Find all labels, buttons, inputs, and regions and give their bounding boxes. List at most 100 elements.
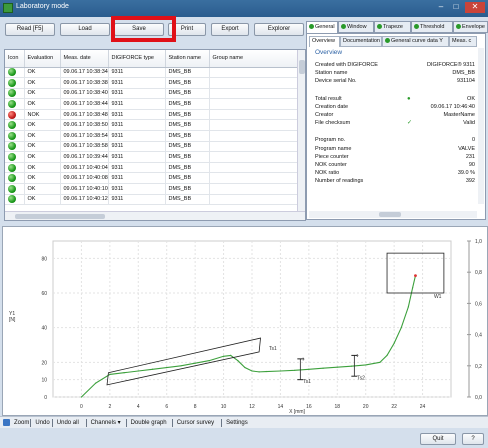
- group-cell: [209, 77, 299, 89]
- ok-status-icon: [8, 89, 16, 98]
- panel-horizontal-scrollbar[interactable]: [309, 211, 477, 218]
- overview-heading: Overview: [315, 49, 343, 56]
- table-row[interactable]: OK09.06.17 10:38:40.0...9311DMS_BB: [5, 88, 299, 100]
- ok-status-icon: [8, 121, 16, 130]
- ok-status-icon: [8, 142, 16, 151]
- save-button[interactable]: Save: [114, 23, 164, 36]
- chart-tool-undo[interactable]: Undo: [35, 418, 49, 428]
- read-button[interactable]: Read [F5]: [5, 23, 55, 36]
- valid-check-icon: ✓: [407, 120, 413, 127]
- close-button[interactable]: ✕: [465, 2, 485, 13]
- station-cell: DMS_BB: [165, 67, 210, 79]
- chart-tool-zoom[interactable]: Zoom: [14, 418, 29, 428]
- ok-status-icon: [8, 184, 16, 193]
- tab-documentation[interactable]: Documentation: [340, 36, 382, 47]
- chart-tool-cursor-survey[interactable]: Cursor survey: [177, 418, 214, 428]
- group-cell: [209, 141, 299, 153]
- column-header[interactable]: Station name: [165, 50, 210, 68]
- group-cell: [209, 109, 299, 121]
- evaluation-cell: OK: [24, 67, 61, 79]
- grid-hscroll-thumb[interactable]: [15, 214, 105, 219]
- grid-vertical-scrollbar[interactable]: [297, 50, 305, 212]
- table-row[interactable]: OK09.06.17 10:38:34.0...9311DMS_BB: [5, 67, 299, 79]
- evaluation-cell: OK: [24, 151, 61, 163]
- table-row[interactable]: NOK09.06.17 10:38:48.0...9311DMS_BB: [5, 109, 299, 121]
- x-tick-label: 4: [137, 404, 140, 410]
- chart-tool-channels[interactable]: Channels ▾: [91, 418, 121, 428]
- print-button[interactable]: Print: [168, 23, 206, 36]
- property-row: File checksum ✓ Valid: [315, 119, 475, 127]
- toolbar-separator: [221, 419, 223, 427]
- table-row[interactable]: OK09.06.17 10:38:50.0...9311DMS_BB: [5, 119, 299, 132]
- chart-toolbar: Zoom Undo Undo all Channels ▾ Double graph Cu…: [0, 416, 488, 428]
- chart-tool-double-graph[interactable]: Double graph: [131, 418, 167, 428]
- chart-tool-settings[interactable]: Settings: [226, 418, 248, 428]
- column-header[interactable]: Evaluation: [24, 50, 61, 68]
- curve-point: [230, 354, 232, 356]
- minimize-button[interactable]: –: [434, 2, 448, 13]
- x-tick-label: 20: [363, 404, 369, 410]
- tab-general[interactable]: General: [306, 21, 338, 33]
- window-title: Laboratory mode: [16, 3, 69, 10]
- curve-chart[interactable]: 80 60 40 20 10 0 1,0 0,8 0,6 0,4 0,2 0,0 0 2 4 6 8 10 12 14…: [2, 226, 488, 416]
- ok-status-icon: [8, 195, 16, 204]
- curve-point: [151, 368, 154, 370]
- property-value: OK: [467, 95, 475, 102]
- status-cell: [5, 119, 25, 132]
- y2-tick-label: 0,0: [475, 395, 482, 401]
- property-label: NOK ratio: [315, 170, 340, 177]
- table-row[interactable]: OK09.06.17 10:40:04.0...9311DMS_BB: [5, 162, 299, 174]
- y-tick-label: 40: [41, 326, 47, 332]
- tab-meas-curve[interactable]: Meas. c: [449, 36, 477, 47]
- tab-trapeze[interactable]: Trapeze: [374, 21, 411, 33]
- column-header[interactable]: DIGIFORCE type: [108, 50, 166, 68]
- export-button[interactable]: Export: [211, 23, 249, 36]
- table-row[interactable]: OK09.06.17 10:38:58.0...9311DMS_BB: [5, 141, 299, 153]
- status-cell: [5, 109, 25, 121]
- measurement-grid: Icon Evaluation Meas. date DIGIFORCE type St…: [4, 49, 306, 221]
- tab-window[interactable]: Window: [338, 21, 374, 33]
- table-row[interactable]: OK09.06.17 10:40:12.0...9311DMS_BB: [5, 194, 299, 206]
- property-row: Creation date 09.06.17 10:46:40: [315, 103, 475, 111]
- tab-overview[interactable]: Overview: [309, 36, 340, 47]
- tab-threshold[interactable]: Threshold: [411, 21, 453, 33]
- table-row[interactable]: OK09.06.17 10:38:38.0...9311DMS_BB: [5, 77, 299, 89]
- load-button[interactable]: Load: [60, 23, 110, 36]
- ok-status-icon: [8, 163, 16, 172]
- tab-general-curve-data[interactable]: General curve data Y: [382, 36, 449, 47]
- curve-point: [95, 382, 97, 384]
- grid-scroll-thumb[interactable]: [299, 60, 305, 74]
- tab-envelope[interactable]: Envelope: [453, 21, 488, 33]
- status-cell: [5, 194, 25, 206]
- type-cell: 9311: [108, 88, 166, 100]
- grid-horizontal-scrollbar[interactable]: [5, 211, 305, 220]
- curve-point: [222, 355, 225, 357]
- panel-vertical-scrollbar[interactable]: [478, 48, 484, 204]
- help-button[interactable]: ?: [462, 433, 484, 445]
- property-label: Program name: [315, 145, 352, 152]
- status-cell: [5, 130, 25, 142]
- explorer-button[interactable]: Explorer: [254, 23, 304, 36]
- property-label: Program no.: [315, 137, 346, 144]
- x-tick-label: 16: [306, 404, 312, 410]
- column-header[interactable]: Group name: [209, 50, 299, 68]
- table-row[interactable]: OK09.06.17 10:38:54.0...9311DMS_BB: [5, 130, 299, 142]
- chart-tool-undo-all[interactable]: Undo all: [57, 418, 79, 428]
- property-value: 931104: [457, 78, 475, 85]
- x-tick-label: 8: [194, 404, 197, 410]
- title-bar: Laboratory mode – □ ✕: [0, 0, 488, 17]
- date-cell: 09.06.17 10:38:50.0...: [60, 119, 109, 132]
- column-header[interactable]: Icon: [5, 50, 25, 68]
- column-header[interactable]: Meas. date: [60, 50, 109, 68]
- property-label: Number of readings: [315, 178, 364, 185]
- evaluation-cell: OK: [24, 141, 61, 153]
- table-row[interactable]: OK09.06.17 10:40:08.0...9311DMS_BB: [5, 172, 299, 185]
- maximize-button[interactable]: □: [449, 2, 463, 13]
- panel-hscroll-thumb[interactable]: [379, 212, 401, 217]
- quit-button[interactable]: Quit: [420, 433, 456, 445]
- annotation-label: Ts1: [303, 379, 311, 385]
- table-row[interactable]: OK09.06.17 10:40:10.0...9311DMS_BB: [5, 183, 299, 195]
- type-cell: 9311: [108, 98, 166, 110]
- table-row[interactable]: OK09.06.17 10:38:44.0...9311DMS_BB: [5, 98, 299, 110]
- table-row[interactable]: OK09.06.17 10:39:44.0...9311DMS_BB: [5, 151, 299, 163]
